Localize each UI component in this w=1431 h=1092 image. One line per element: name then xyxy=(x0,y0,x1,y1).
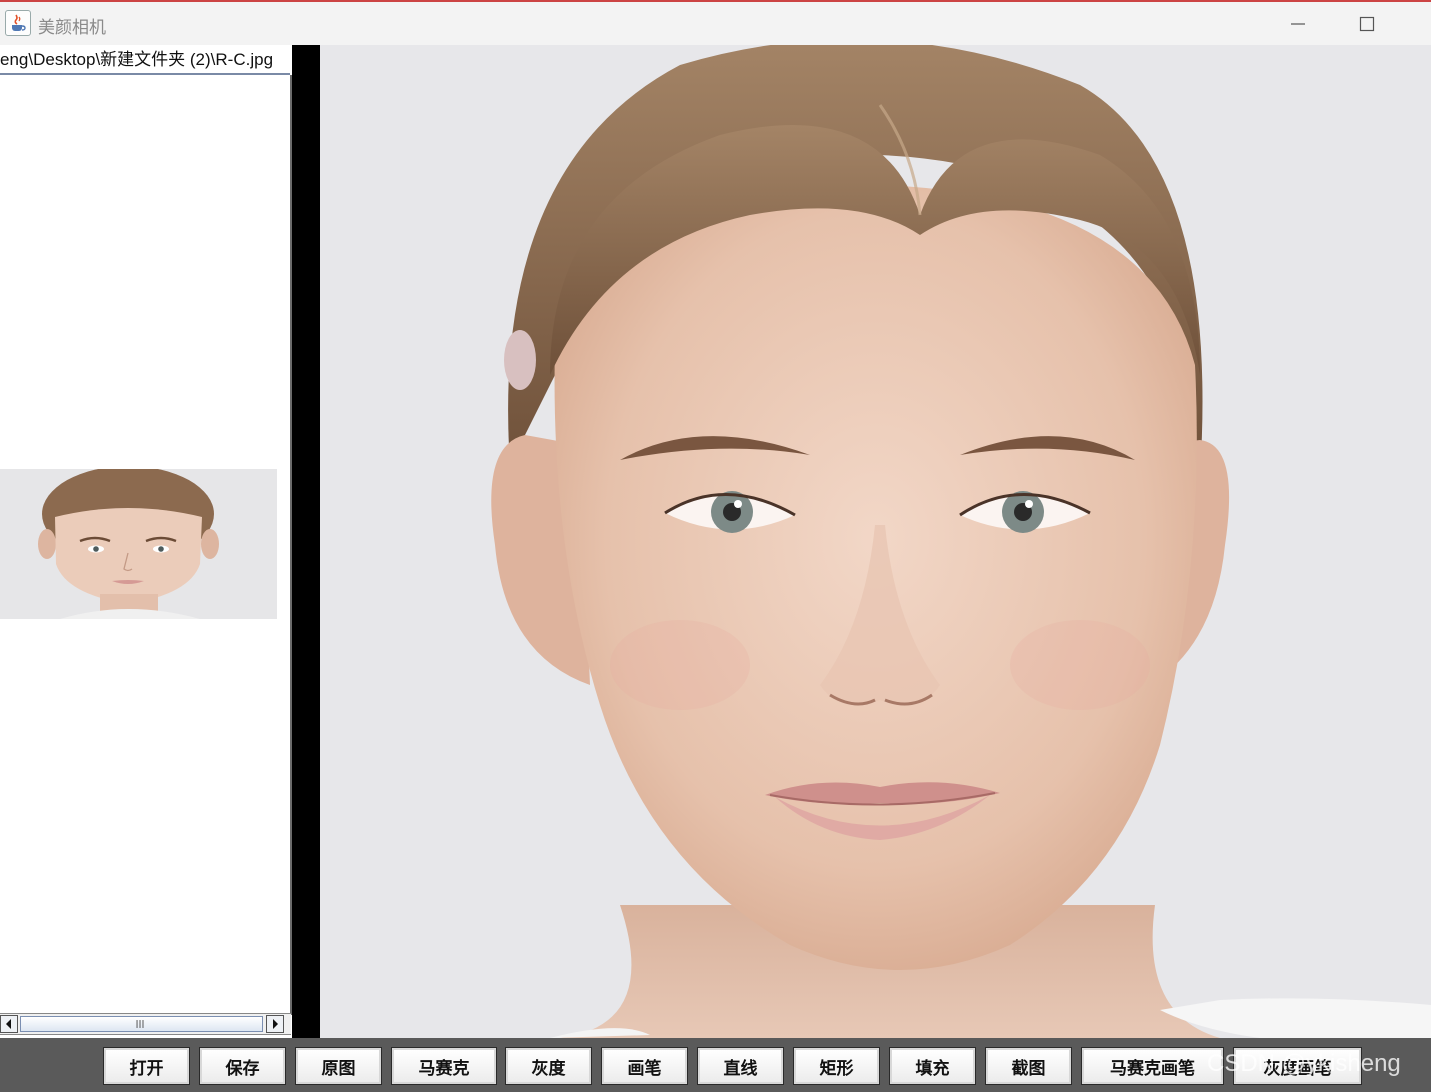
line-button[interactable]: 直线 xyxy=(697,1047,784,1085)
file-path-field[interactable]: eng\Desktop\新建文件夹 (2)\R-C.jpg xyxy=(0,45,290,75)
brush-button[interactable]: 画笔 xyxy=(601,1047,688,1085)
arrow-right-icon[interactable] xyxy=(266,1015,284,1033)
file-panel: eng\Desktop\新建文件夹 (2)\R-C.jpg xyxy=(0,45,292,1038)
panel-divider[interactable] xyxy=(292,45,320,1038)
java-cup-icon xyxy=(5,10,31,36)
minimize-icon[interactable] xyxy=(1286,12,1310,36)
horizontal-scrollbar[interactable] xyxy=(0,1013,291,1035)
window-title: 美颜相机 xyxy=(38,18,106,38)
grayscale-button[interactable]: 灰度 xyxy=(505,1047,592,1085)
maximize-icon[interactable] xyxy=(1355,12,1379,36)
mosaic-button[interactable]: 马赛克 xyxy=(391,1047,497,1085)
save-button[interactable]: 保存 xyxy=(199,1047,286,1085)
scrollbar-thumb[interactable] xyxy=(20,1016,263,1032)
image-thumbnail[interactable] xyxy=(0,469,277,619)
screenshot-button[interactable]: 截图 xyxy=(985,1047,1072,1085)
grip-icon xyxy=(136,1020,144,1028)
original-button[interactable]: 原图 xyxy=(295,1047,382,1085)
open-button[interactable]: 打开 xyxy=(103,1047,190,1085)
fill-button[interactable]: 填充 xyxy=(889,1047,976,1085)
bottom-toolbar: 打开 保存 原图 马赛克 灰度 画笔 直线 矩形 填充 截图 马赛克画笔 灰度画… xyxy=(0,1038,1431,1092)
image-canvas[interactable] xyxy=(320,45,1431,1038)
window-titlebar[interactable]: 美颜相机 xyxy=(0,0,1431,45)
mosaic-brush-button[interactable]: 马赛克画笔 xyxy=(1081,1047,1224,1085)
grayscale-brush-button[interactable]: 灰度画笔 xyxy=(1233,1047,1362,1085)
arrow-left-icon[interactable] xyxy=(0,1015,18,1033)
file-path-text: eng\Desktop\新建文件夹 (2)\R-C.jpg xyxy=(0,50,274,69)
rectangle-button[interactable]: 矩形 xyxy=(793,1047,880,1085)
